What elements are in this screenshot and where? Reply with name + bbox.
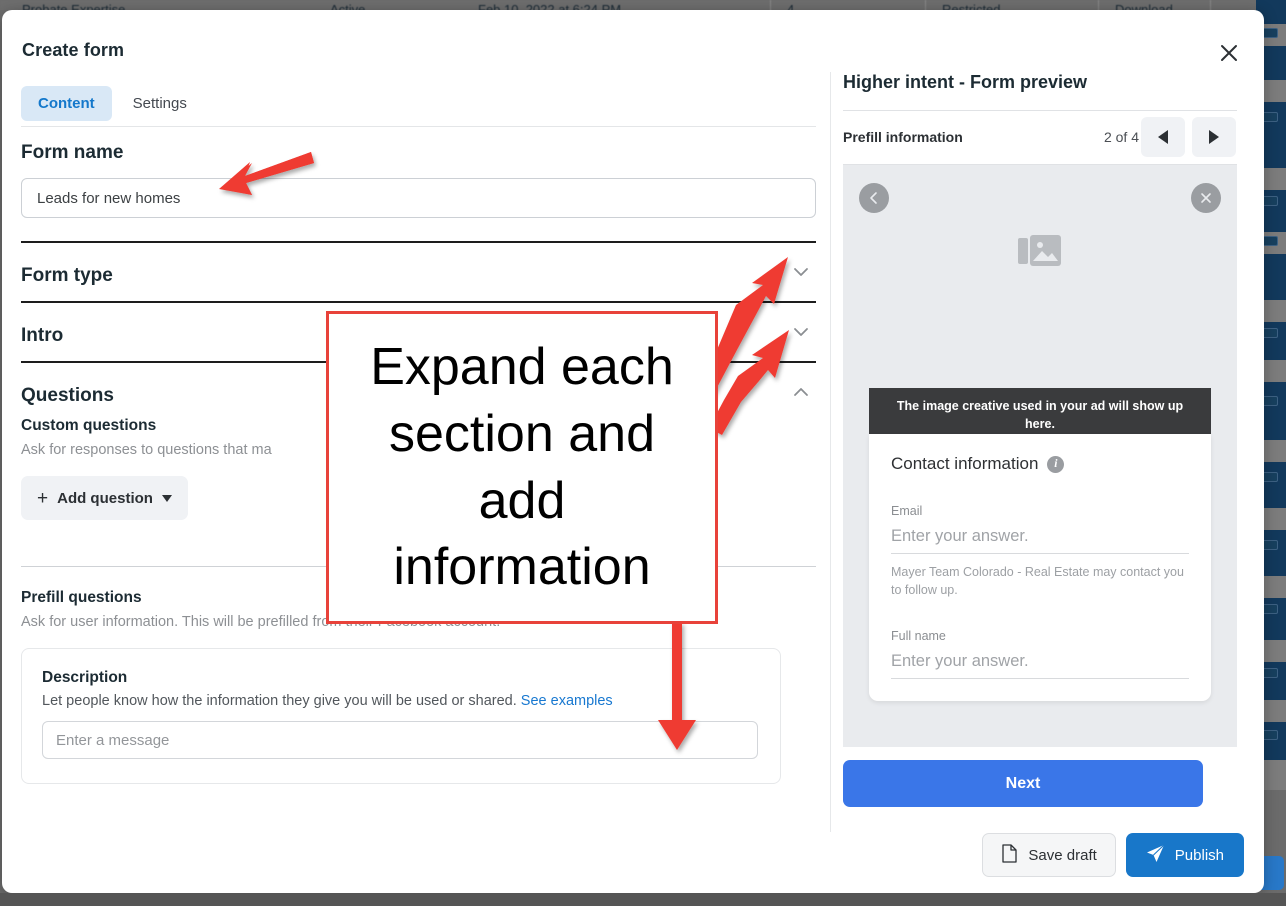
tab-settings[interactable]: Settings (116, 86, 204, 121)
document-icon (1001, 843, 1018, 867)
close-icon[interactable] (1212, 36, 1246, 70)
form-name-input[interactable]: Leads for new homes (21, 178, 816, 218)
info-icon[interactable]: i (1047, 455, 1065, 473)
image-placeholder-icon (843, 233, 1237, 273)
close-circle-icon[interactable] (1191, 183, 1221, 213)
questions-heading: Questions (21, 385, 114, 406)
preview-field-label-full-name: Full name (891, 629, 946, 644)
annotation-callout: Expand each section and add information (326, 311, 718, 624)
intro-heading: Intro (21, 325, 64, 346)
preview-card-title-row: Contact information i (891, 454, 1189, 474)
tabs-divider (21, 126, 816, 127)
description-card: Description Let people know how the info… (21, 648, 781, 784)
pane-divider (830, 72, 831, 832)
phone-preview: The image creative used in your ad will … (843, 164, 1237, 747)
dialog-footer: Save draft Publish (982, 833, 1244, 877)
add-question-label: Add question (57, 489, 153, 507)
triangle-left-icon (1158, 130, 1168, 144)
preview-field-label-email: Email (891, 504, 923, 518)
form-name-value: Leads for new homes (37, 189, 181, 207)
publish-button[interactable]: Publish (1125, 833, 1244, 877)
form-type-heading: Form type (21, 265, 113, 286)
dialog-tabs: Content Settings (21, 86, 204, 121)
preview-step-label: Prefill information (843, 129, 963, 145)
description-card-description: Let people know how the information they… (42, 693, 517, 709)
section-form-type[interactable]: Form type (21, 243, 816, 301)
description-card-heading: Description (42, 669, 128, 686)
chevron-up-icon-questions[interactable] (790, 381, 812, 403)
see-examples-link[interactable]: See examples (521, 693, 613, 709)
tab-content[interactable]: Content (21, 86, 112, 121)
dialog-title: Create form (22, 40, 125, 60)
preview-nav-row: Prefill information 2 of 4 (843, 111, 1237, 163)
preview-next-cta-button[interactable]: Next (843, 760, 1203, 807)
save-draft-label: Save draft (1028, 846, 1097, 864)
chevron-down-icon-add-question (161, 494, 172, 502)
preview-form-card: Contact information i Email Enter your a… (869, 434, 1211, 702)
preview-card-title: Contact information (891, 454, 1039, 473)
plus-icon: + (37, 487, 49, 509)
description-message-placeholder: Enter a message (56, 731, 170, 749)
form-preview-pane: Higher intent - Form preview Prefill inf… (843, 72, 1237, 747)
add-question-button[interactable]: + Add question (21, 476, 188, 520)
save-draft-button[interactable]: Save draft (982, 833, 1116, 877)
paper-plane-icon (1146, 844, 1165, 867)
bottom-strip (0, 893, 1286, 906)
screen: Probate Expertise Active Feb 10, 2022 at… (0, 0, 1286, 906)
chevron-down-icon-form-type[interactable] (790, 261, 812, 283)
description-card-text: Let people know how the information they… (42, 693, 760, 709)
publish-label: Publish (1174, 846, 1224, 864)
chevron-left-circle-icon[interactable] (859, 183, 889, 213)
triangle-right-icon (1209, 130, 1219, 144)
preview-next-button[interactable] (1192, 117, 1236, 157)
chevron-down-icon-intro[interactable] (790, 321, 812, 343)
preview-field-note-email: Mayer Team Colorado - Real Estate may co… (891, 565, 1184, 598)
preview-prev-button[interactable] (1141, 117, 1185, 157)
preview-field-input-email[interactable]: Enter your answer. (891, 527, 1189, 554)
description-message-input[interactable]: Enter a message (42, 721, 758, 759)
preview-title: Higher intent - Form preview (843, 72, 1088, 92)
preview-field-input-full-name[interactable]: Enter your answer. (891, 652, 1189, 680)
preview-step-count: 2 of 4 (1103, 129, 1139, 145)
form-name-heading: Form name (21, 142, 124, 163)
